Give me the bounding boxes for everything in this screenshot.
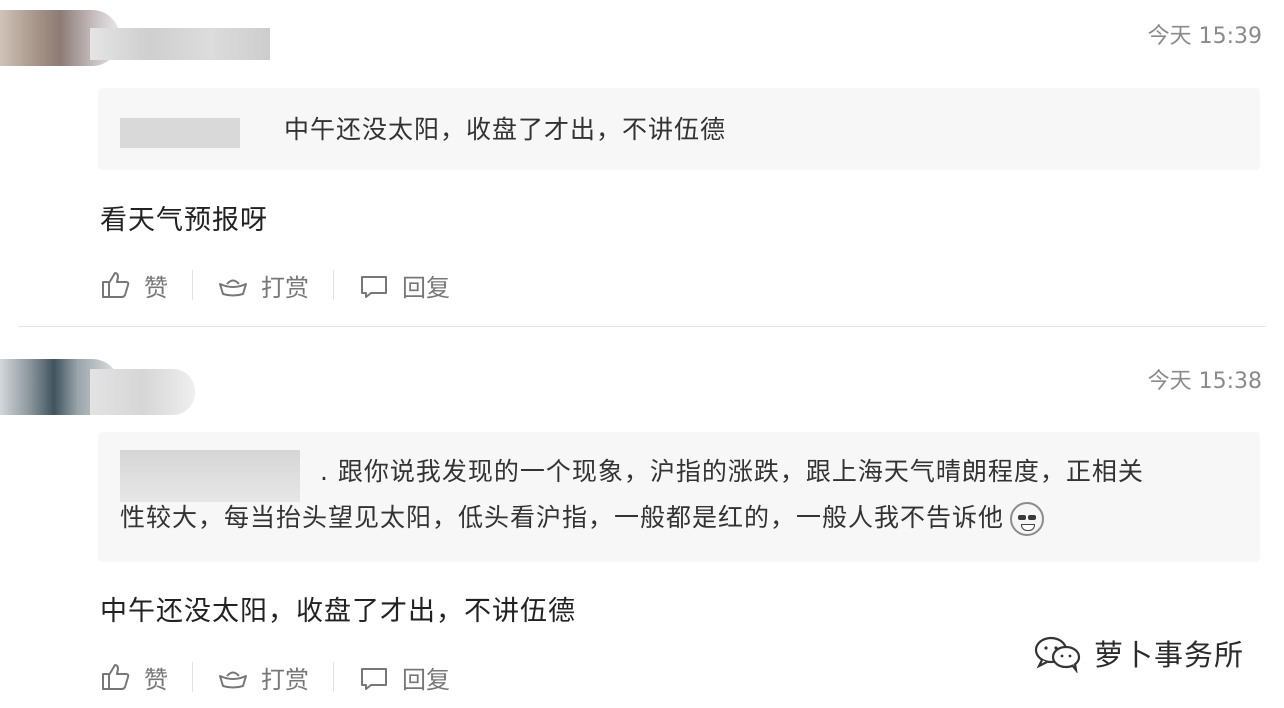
thumbs-up-icon: [102, 272, 130, 298]
watermark: 萝卜事务所: [1032, 632, 1244, 674]
comment-item: 今天 15:39 中午还没太阳，收盘了才出，不讲伍德 看天气预报呀 赞 打赏 回…: [0, 0, 1284, 326]
like-label: 赞: [144, 273, 168, 302]
reply-bubble-icon: [361, 668, 387, 690]
reward-label: 打赏: [261, 665, 309, 694]
reply-bubble-icon: [361, 276, 387, 298]
quoted-text: 中午还没太阳，收盘了才出，不讲伍德: [284, 115, 727, 144]
comment-time: 今天 15:38: [1147, 369, 1262, 394]
reply-button[interactable]: 回复: [358, 657, 450, 697]
wechat-icon: [1034, 636, 1081, 673]
ingot-icon: [219, 279, 247, 297]
username[interactable]: [90, 369, 195, 415]
ingot-icon: [219, 671, 247, 689]
comment-actions: 赞 打赏 回复: [100, 265, 450, 305]
quoted-comment: 中午还没太阳，收盘了才出，不讲伍德: [98, 88, 1260, 170]
watermark-text: 萝卜事务所: [1093, 638, 1244, 672]
comment-body: 中午还没太阳，收盘了才出，不讲伍德: [100, 596, 576, 627]
reply-button[interactable]: 回复: [358, 265, 450, 305]
username[interactable]: [90, 28, 270, 60]
reward-label: 打赏: [261, 273, 309, 302]
comment-body: 看天气预报呀: [100, 205, 268, 236]
reward-button[interactable]: 打赏: [217, 265, 309, 305]
quoted-comment: . 跟你说我发现的一个现象，沪指的涨跌，跟上海天气晴朗程度，正相关 性较大，每当…: [98, 432, 1260, 562]
divider: [333, 270, 334, 300]
quoted-text-line2-text: 性较大，每当抬头望见太阳，低头看沪指，一般都是红的，一般人我不告诉他: [120, 503, 1005, 532]
like-button[interactable]: 赞: [100, 265, 168, 305]
like-label: 赞: [144, 665, 168, 694]
reward-button[interactable]: 打赏: [217, 657, 309, 697]
reply-label: 回复: [402, 665, 450, 694]
divider: [192, 662, 193, 692]
thumbs-up-icon: [102, 664, 130, 690]
quoted-text-line1: . 跟你说我发现的一个现象，沪指的涨跌，跟上海天气晴朗程度，正相关: [320, 457, 1144, 486]
quoted-username: [120, 450, 300, 502]
divider: [192, 270, 193, 300]
grin-emoji-icon: [1010, 502, 1045, 536]
quoted-text-line2: 性较大，每当抬头望见太阳，低头看沪指，一般都是红的，一般人我不告诉他: [120, 496, 1045, 540]
reply-label: 回复: [402, 273, 450, 302]
comment-actions: 赞 打赏 回复: [100, 657, 450, 697]
like-button[interactable]: 赞: [100, 657, 168, 697]
comment-time: 今天 15:39: [1147, 24, 1262, 49]
divider: [333, 662, 334, 692]
quoted-username: [120, 118, 240, 148]
